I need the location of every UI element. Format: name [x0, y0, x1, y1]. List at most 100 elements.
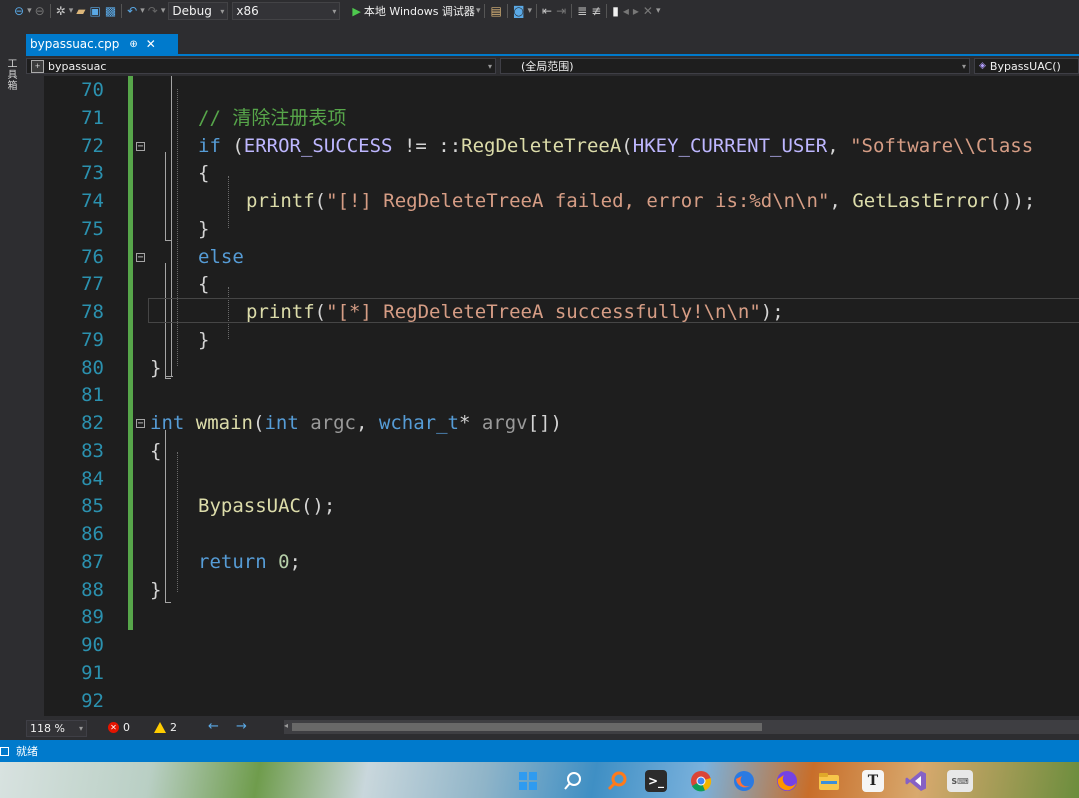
line-number: 76	[81, 245, 104, 268]
camera-icon[interactable]: ◙	[511, 2, 527, 20]
code-token: "[*] RegDeleteTreeA successfully!\n\n"	[326, 301, 761, 323]
redo-icon[interactable]: ↷	[146, 2, 160, 20]
browse-icon[interactable]: ▤	[488, 2, 503, 20]
step-into-icon[interactable]: ⇤	[540, 2, 554, 20]
previous-issue-icon[interactable]: ←	[208, 719, 219, 734]
code-text: else	[198, 244, 244, 271]
error-count-value: 0	[123, 721, 130, 734]
project-select[interactable]: + bypassuac ▾	[26, 58, 496, 74]
code-text: }	[150, 355, 161, 382]
file-explorer-icon[interactable]	[818, 770, 840, 792]
forward-icon[interactable]: ⊖	[33, 2, 47, 20]
save-icon[interactable]: ▣	[87, 2, 102, 20]
chrome-icon[interactable]	[690, 770, 712, 792]
start-debugger-button[interactable]: 本地 Windows 调试器	[364, 3, 475, 19]
typora-icon[interactable]: T	[862, 770, 884, 792]
scope-select[interactable]: (全局范围) ▾	[500, 58, 970, 74]
terminal-icon[interactable]: >_	[645, 770, 667, 792]
visual-studio-icon[interactable]	[905, 770, 927, 792]
code-text: BypassUAC();	[198, 493, 335, 520]
debugger-dropdown-icon[interactable]: ▾	[475, 2, 482, 20]
code-token: RegDeleteTreeA	[461, 134, 622, 157]
code-token: BypassUAC	[198, 495, 301, 518]
zoom-select[interactable]: 118 % ▾	[26, 720, 87, 737]
code-text: }	[150, 577, 161, 604]
code-token: 0	[278, 550, 290, 573]
code-token: {	[198, 162, 210, 185]
line-number: 87	[81, 550, 104, 573]
step-over-icon[interactable]: ⇥	[554, 2, 568, 20]
code-token: printf	[246, 190, 315, 212]
firefox-icon[interactable]	[776, 770, 798, 792]
code-token: {	[198, 273, 210, 296]
code-token: "[!] RegDeleteTreeA failed, error is:%d\…	[326, 190, 830, 212]
collapse-icon[interactable]: −	[136, 141, 145, 151]
line-number: 92	[81, 689, 104, 712]
open-folder-icon[interactable]: ▰	[74, 2, 87, 20]
toolbox-tab[interactable]: 工具箱	[3, 58, 18, 91]
code-token: argv	[481, 412, 528, 434]
chevron-down-icon: ▾	[332, 6, 337, 16]
line-number: 85	[81, 495, 104, 518]
comment-out-icon[interactable]: ≣	[575, 2, 589, 20]
editor-status-bar: 118 % ▾ ✕ 0 2 ← → ◂	[22, 716, 1079, 740]
code-token: }	[150, 356, 162, 379]
prev-bookmark-icon[interactable]: ◂	[621, 2, 631, 20]
scroll-left-icon[interactable]: ◂	[284, 721, 288, 730]
windows-start-icon[interactable]	[517, 770, 539, 792]
line-number: 77	[81, 273, 104, 296]
back-icon[interactable]: ⊖	[12, 2, 26, 20]
save-all-icon[interactable]: ▩	[103, 2, 118, 20]
code-token: return	[198, 550, 267, 573]
code-text: return 0;	[198, 549, 301, 576]
camera-dropdown-icon[interactable]: ▾	[526, 2, 533, 20]
output-window-icon[interactable]	[0, 746, 9, 756]
close-icon[interactable]: ✕	[146, 37, 156, 51]
collapse-icon[interactable]: −	[136, 252, 145, 262]
next-bookmark-icon[interactable]: ▸	[631, 2, 641, 20]
collapse-icon[interactable]: −	[136, 419, 145, 429]
chevron-down-icon: ▾	[220, 6, 225, 16]
pin-icon[interactable]: ⊕	[129, 39, 137, 50]
magnifier-app-icon[interactable]	[606, 770, 628, 792]
code-text-area[interactable]: 70 71// 清除注册表项 72− if (ERROR_SUCCESS != ::R…	[22, 76, 1079, 716]
code-token: );	[760, 301, 784, 323]
platform-select[interactable]: x86 ▾	[232, 2, 341, 20]
line-number: 90	[81, 634, 104, 656]
undo-icon[interactable]: ↶	[125, 2, 139, 20]
scope-value: (全局范围)	[521, 60, 574, 73]
new-project-icon[interactable]: ✲	[54, 2, 68, 20]
start-debugging-icon[interactable]: ▶	[352, 5, 360, 18]
horizontal-scrollbar[interactable]: ◂	[284, 720, 1079, 734]
member-select[interactable]: ◈ BypassUAC()	[974, 58, 1079, 74]
scrollbar-thumb[interactable]	[292, 723, 762, 731]
search-icon[interactable]	[562, 770, 584, 792]
bookmark-icon[interactable]: ▮	[610, 2, 621, 20]
keyboard-icon[interactable]: S⌨	[947, 770, 973, 792]
error-count[interactable]: ✕ 0	[108, 720, 130, 735]
tab-bypassuac-cpp[interactable]: bypassuac.cpp ⊕ ✕	[26, 34, 178, 54]
chevron-down-icon: ▾	[78, 724, 83, 733]
redo-dropdown-icon[interactable]: ▾	[160, 2, 167, 20]
code-editor[interactable]: 70 71// 清除注册表项 72− if (ERROR_SUCCESS != ::R…	[22, 76, 1079, 716]
toolbar-overflow-icon[interactable]: ▾	[655, 2, 662, 20]
tab-filename: bypassuac.cpp	[30, 37, 120, 51]
line-number: 84	[81, 467, 104, 490]
code-token: ERROR_SUCCESS	[243, 134, 393, 157]
line-number: 91	[81, 661, 104, 684]
code-token: argc	[310, 412, 356, 434]
method-icon: ◈	[979, 61, 986, 71]
code-token: (	[621, 134, 633, 157]
next-issue-icon[interactable]: →	[236, 719, 247, 734]
warning-count[interactable]: 2	[154, 720, 177, 735]
status-ready: 就绪	[16, 745, 38, 758]
clear-bookmarks-icon[interactable]: ✕	[641, 2, 655, 20]
firefox-dev-icon[interactable]	[733, 770, 755, 792]
code-text: if (ERROR_SUCCESS != ::RegDeleteTreeA(HK…	[198, 133, 1033, 160]
code-token: GetLastError	[852, 190, 990, 212]
configuration-select[interactable]: Debug ▾	[168, 2, 229, 20]
warning-count-value: 2	[170, 721, 177, 734]
uncomment-icon[interactable]: ≢	[589, 2, 603, 20]
